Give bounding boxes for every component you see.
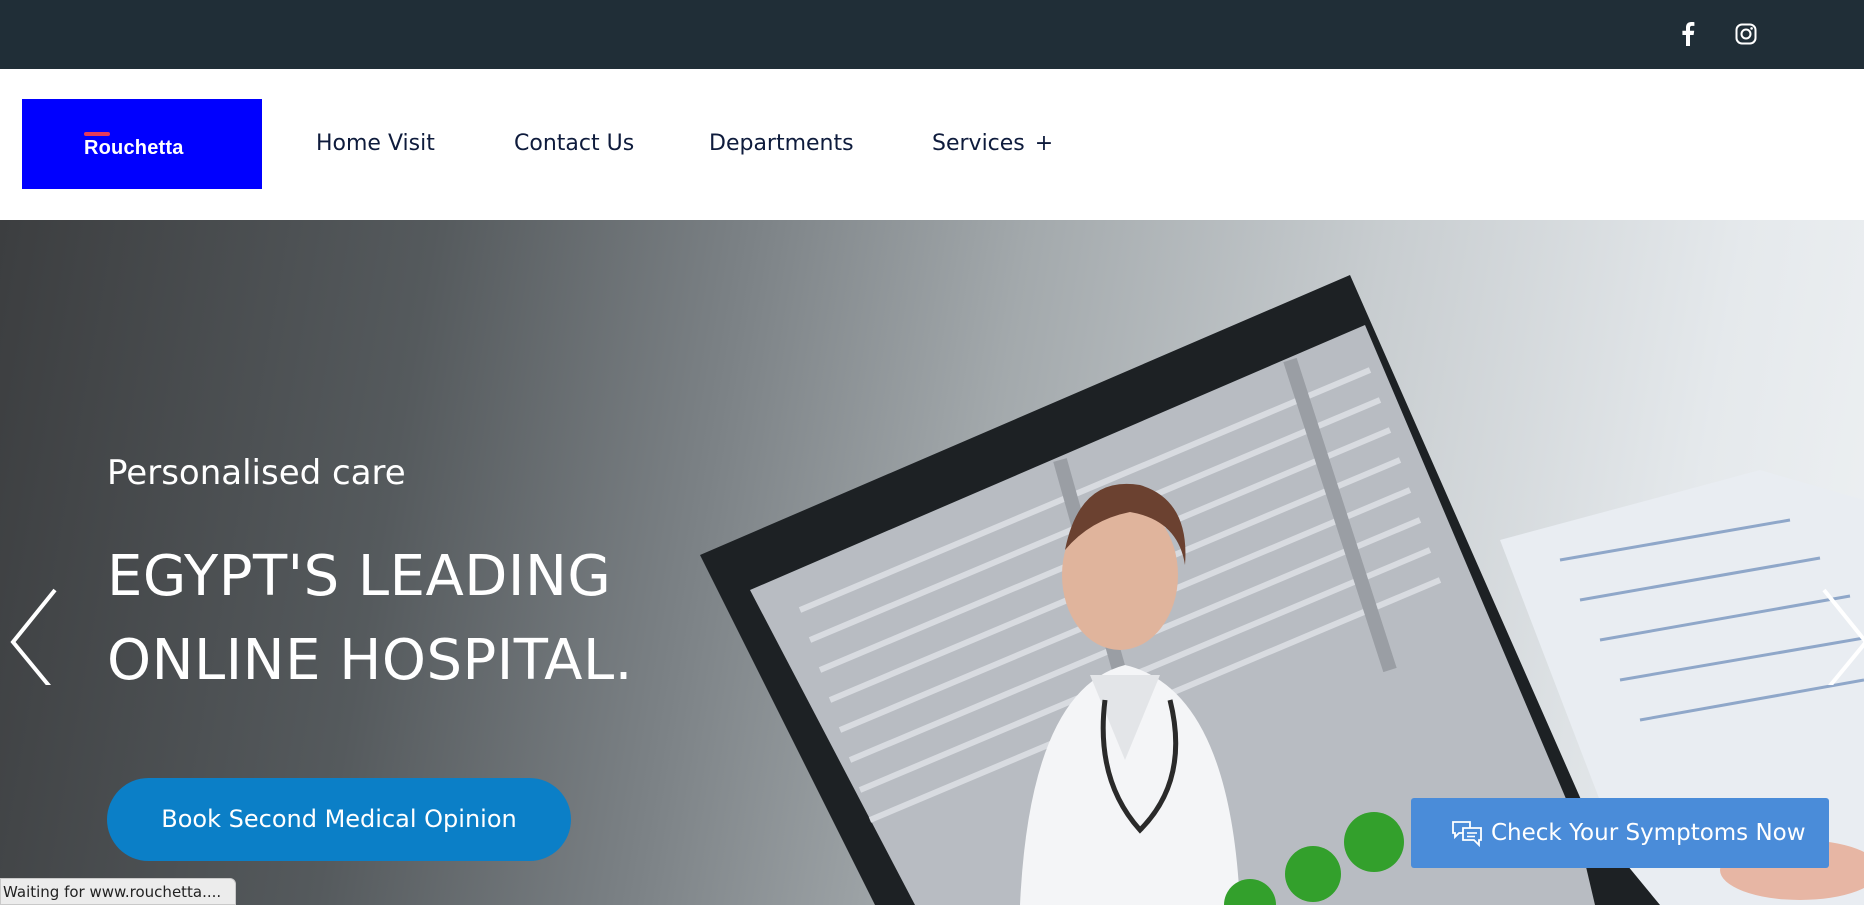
hero-subtitle: Personalised care	[107, 453, 406, 493]
plus-icon: +	[1034, 131, 1054, 156]
facebook-icon[interactable]	[1674, 20, 1702, 48]
hero-headline-line-2: ONLINE HOSPITAL.	[107, 628, 633, 693]
nav-contact-us[interactable]: Contact Us	[514, 129, 634, 159]
nav-services[interactable]: Services +	[932, 129, 1053, 159]
main-navbar: Rouchetta Home Visit Contact Us Departme…	[0, 69, 1864, 220]
nav-services-label: Services	[932, 131, 1025, 156]
logo-text: Rouchetta	[84, 137, 184, 159]
check-symptoms-label: Check Your Symptoms Now	[1491, 820, 1806, 846]
instagram-icon[interactable]	[1732, 20, 1760, 48]
nav-departments[interactable]: Departments	[709, 129, 854, 159]
book-second-opinion-button[interactable]: Book Second Medical Opinion	[107, 778, 571, 861]
hero-headline-line-1: EGYPT'S LEADING	[107, 544, 612, 609]
chat-bubbles-icon	[1451, 819, 1483, 847]
chevron-right-icon	[1822, 588, 1864, 695]
check-symptoms-button[interactable]: Check Your Symptoms Now	[1411, 798, 1829, 868]
top-bar	[0, 0, 1864, 69]
logo-mark	[84, 132, 110, 136]
browser-status-bar: Waiting for www.rouchetta....	[0, 878, 237, 905]
nav-home-visit[interactable]: Home Visit	[316, 129, 435, 159]
chevron-left-icon	[10, 588, 57, 695]
slider-next-button[interactable]	[1810, 575, 1864, 695]
slider-prev-button[interactable]	[0, 575, 60, 695]
hero-headline: EGYPT'S LEADING ONLINE HOSPITAL.	[107, 535, 787, 703]
site-logo[interactable]: Rouchetta	[22, 99, 262, 189]
